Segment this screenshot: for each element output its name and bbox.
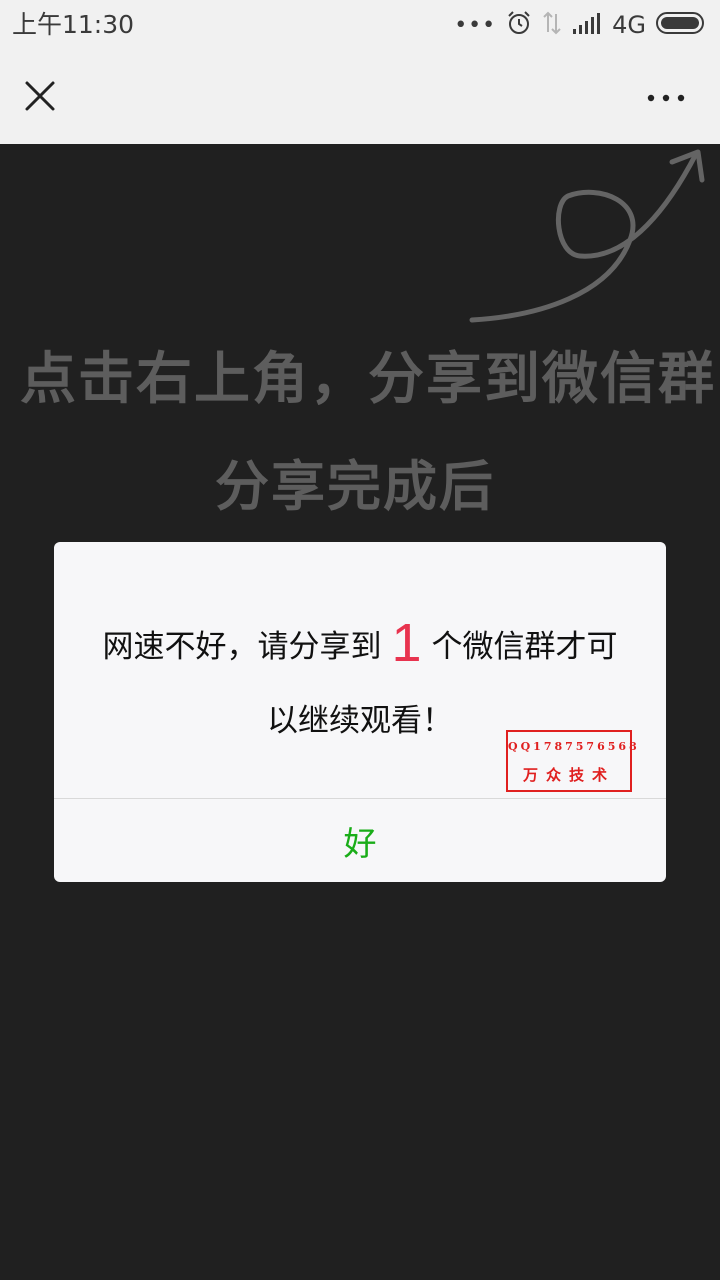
status-icons: ••• 4G <box>454 8 708 42</box>
share-hint-line-1: 点击右上角，分享到微信群 <box>20 347 716 412</box>
curved-arrow-icon <box>469 149 705 323</box>
watermark-stamp: QQ1787576568 万众技术 <box>506 730 640 792</box>
share-count: 1 <box>391 613 422 673</box>
battery-icon <box>656 11 708 39</box>
alarm-icon <box>506 10 532 40</box>
share-required-dialog: 网速不好，请分享到 1 个微信群才可以继续观看！ QQ1787576568 万众技术… <box>54 542 666 882</box>
status-bar: 上午11:30 ••• 4G <box>0 0 720 52</box>
data-transfer-icon <box>542 10 562 40</box>
notification-dots: ••• <box>454 13 497 38</box>
more-button[interactable] <box>638 74 694 122</box>
close-icon <box>25 81 55 111</box>
more-icon <box>647 94 685 102</box>
close-button[interactable] <box>16 72 64 120</box>
signal-icon <box>572 11 602 39</box>
dialog-message-prefix: 网速不好，请分享到 <box>102 629 382 665</box>
title-bar <box>0 52 720 144</box>
ok-button[interactable]: 好 <box>54 799 666 882</box>
stamp-name: 万众技术 <box>522 766 615 784</box>
share-hint-line-2: 分享完成后 <box>215 455 495 518</box>
dialog-body: 网速不好，请分享到 1 个微信群才可以继续观看！ QQ1787576568 万众技术 <box>54 542 666 798</box>
network-type: 4G <box>612 11 646 39</box>
stamp-qq: QQ1787576568 <box>508 740 640 753</box>
status-time: 上午11:30 <box>12 10 135 39</box>
